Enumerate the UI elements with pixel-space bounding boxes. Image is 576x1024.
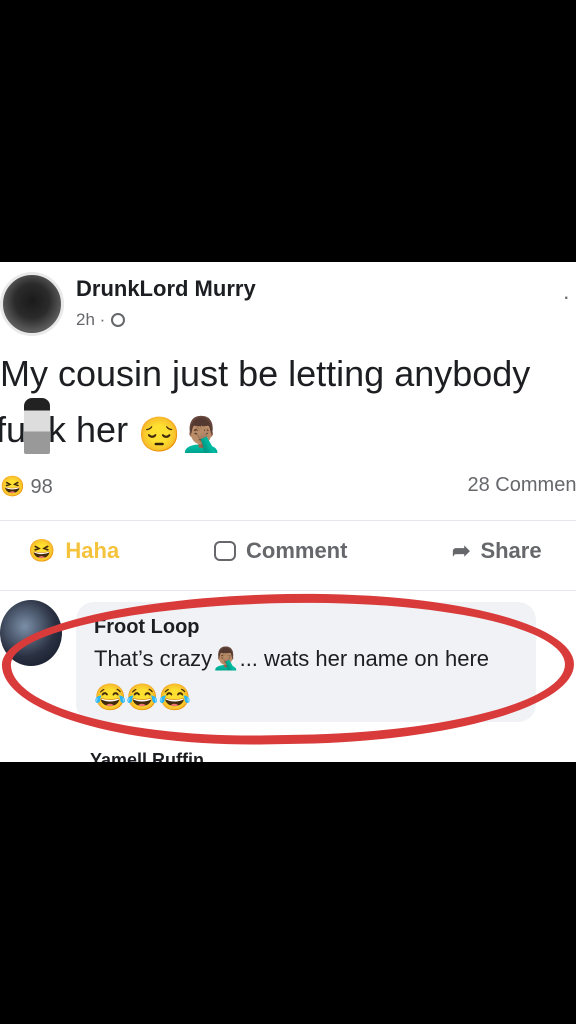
post-card: DrunkLord Murry 2h · · My cousin just be… [0,262,576,762]
sticker-figure-icon [24,398,51,454]
post-meta: 2h · [76,310,126,330]
more-options-icon[interactable]: · [563,286,570,308]
comment-count[interactable]: 28 Comment [468,474,576,497]
post-text-line1: My cousin just be letting anybody [0,353,531,394]
share-button[interactable]: ➦ Share [452,538,542,564]
post-text: My cousin just be letting anybody fu k he… [0,350,576,459]
next-comment-author[interactable]: Yamell Ruffin [90,750,204,762]
reaction-count: 98 [30,476,53,498]
action-bar: 😆 Haha Comment ➦ Share [0,534,576,578]
divider [0,520,576,521]
haha-label: Haha [65,538,120,563]
share-arrow-icon: ➦ [452,538,471,563]
post-author[interactable]: DrunkLord Murry [76,276,256,302]
post-text-line2: fu k her 😔🤦🏽‍♂️ [0,398,576,459]
globe-icon [111,313,126,327]
author-avatar[interactable] [0,272,64,336]
divider [0,590,576,591]
share-label: Share [480,538,542,563]
comment-label: Comment [246,538,348,563]
reaction-summary[interactable]: 😆 98 [0,474,53,499]
post-stats: 😆 98 28 Comment [0,474,576,502]
comment-button[interactable]: Comment [214,538,347,564]
comment-bubble-icon [214,541,236,561]
post-text-part-a: fu [0,409,27,450]
post-emojis: 😔🤦🏽‍♂️ [138,416,223,454]
post-text-part-b: k her [48,409,129,450]
haha-reaction-icon: 😆 [0,476,25,498]
haha-button[interactable]: 😆 Haha [28,538,119,564]
haha-icon: 😆 [28,538,56,563]
post-time[interactable]: 2h · [76,310,105,330]
